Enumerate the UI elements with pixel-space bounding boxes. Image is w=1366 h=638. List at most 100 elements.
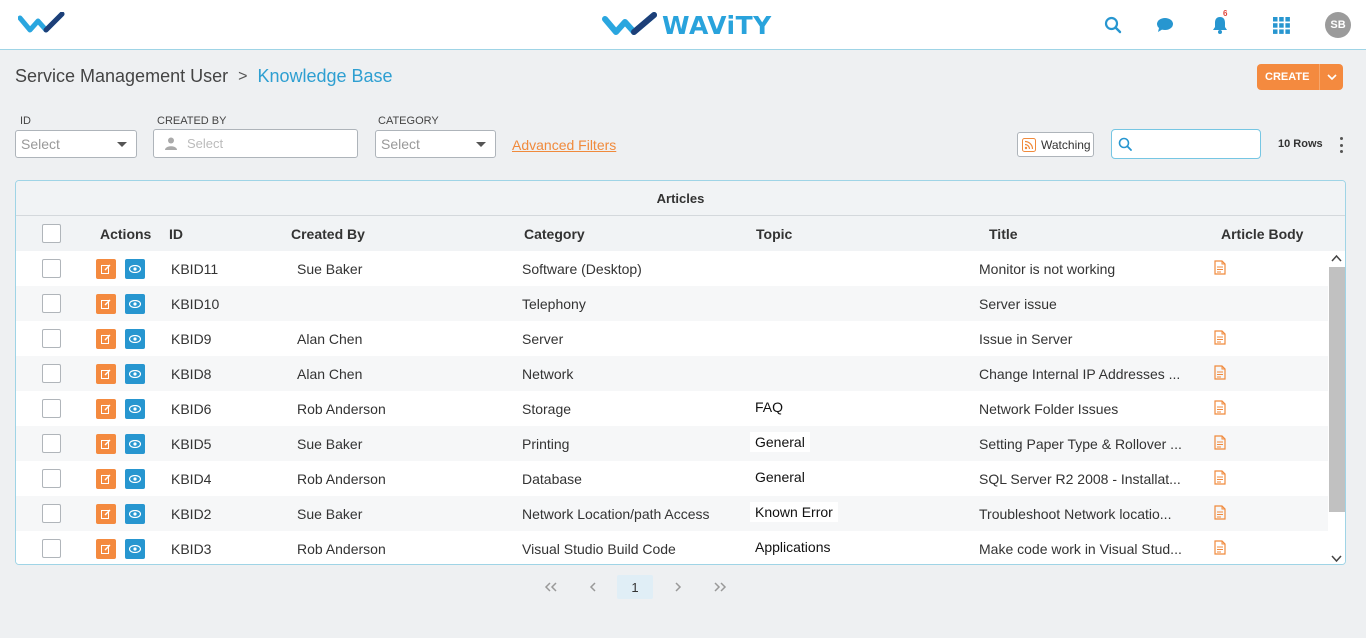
view-icon[interactable]: [125, 469, 145, 489]
prev-page-icon[interactable]: [585, 575, 601, 599]
current-page-button[interactable]: 1: [617, 575, 653, 599]
edit-icon[interactable]: [96, 434, 116, 454]
row-checkbox[interactable]: [42, 434, 61, 453]
table-row[interactable]: KBID5 Sue Baker Printing General Setting Pap…: [16, 426, 1328, 461]
col-header-title[interactable]: Title: [989, 226, 1018, 242]
table-search-box[interactable]: [1111, 129, 1261, 159]
wavity-logo-icon[interactable]: [18, 12, 70, 36]
cell-title[interactable]: Make code work in Visual Stud...: [979, 541, 1182, 557]
cell-id[interactable]: KBID3: [171, 541, 211, 557]
scrollbar-thumb[interactable]: [1329, 267, 1345, 512]
table-row[interactable]: KBID9 Alan Chen Server Issue in Server: [16, 321, 1328, 356]
last-page-icon[interactable]: [710, 575, 730, 599]
col-header-id[interactable]: ID: [169, 226, 183, 242]
edit-icon[interactable]: [96, 329, 116, 349]
cell-title[interactable]: Issue in Server: [979, 331, 1072, 347]
cell-category: Network: [522, 366, 574, 382]
cell-title[interactable]: Setting Paper Type & Rollover ...: [979, 436, 1182, 452]
edit-icon[interactable]: [96, 399, 116, 419]
document-icon[interactable]: [1214, 400, 1226, 418]
create-button[interactable]: CREATE: [1257, 64, 1343, 90]
cell-id[interactable]: KBID11: [171, 261, 218, 277]
table-row[interactable]: KBID11 Sue Baker Software (Desktop) Monitor…: [16, 251, 1328, 286]
cell-title[interactable]: Change Internal IP Addresses ...: [979, 366, 1180, 382]
row-checkbox[interactable]: [42, 504, 61, 523]
cell-id[interactable]: KBID6: [171, 401, 211, 417]
cell-title[interactable]: Troubleshoot Network locatio...: [979, 506, 1171, 522]
table-row[interactable]: KBID2 Sue Baker Network Location/path Acce…: [16, 496, 1328, 531]
row-checkbox[interactable]: [42, 329, 61, 348]
edit-icon[interactable]: [96, 259, 116, 279]
col-header-topic[interactable]: Topic: [756, 226, 792, 242]
breadcrumb-parent[interactable]: Service Management User: [15, 66, 228, 87]
view-icon[interactable]: [125, 504, 145, 524]
view-icon[interactable]: [125, 294, 145, 314]
id-filter-select[interactable]: Select: [15, 130, 137, 158]
cell-id[interactable]: KBID9: [171, 331, 211, 347]
chevron-down-icon[interactable]: [1319, 64, 1343, 90]
row-checkbox[interactable]: [42, 469, 61, 488]
cell-title[interactable]: Server issue: [979, 296, 1057, 312]
vertical-scrollbar[interactable]: [1328, 251, 1345, 564]
user-avatar[interactable]: SB: [1325, 12, 1351, 38]
cell-id[interactable]: KBID10: [171, 296, 219, 312]
document-icon[interactable]: [1214, 540, 1226, 558]
first-page-icon[interactable]: [541, 575, 561, 599]
edit-icon[interactable]: [96, 539, 116, 559]
cell-title[interactable]: Network Folder Issues: [979, 401, 1118, 417]
row-checkbox[interactable]: [42, 399, 61, 418]
created-by-filter-input[interactable]: Select: [153, 129, 358, 158]
search-icon[interactable]: [1102, 14, 1124, 36]
cell-id[interactable]: KBID2: [171, 506, 211, 522]
document-icon[interactable]: [1214, 330, 1226, 348]
view-icon[interactable]: [125, 434, 145, 454]
view-icon[interactable]: [125, 329, 145, 349]
view-icon[interactable]: [125, 539, 145, 559]
col-header-article-body[interactable]: Article Body: [1221, 226, 1303, 242]
table-search-input[interactable]: [1138, 135, 1256, 153]
document-icon[interactable]: [1214, 365, 1226, 383]
document-icon[interactable]: [1214, 505, 1226, 523]
document-icon[interactable]: [1214, 470, 1226, 488]
edit-icon[interactable]: [96, 504, 116, 524]
apps-grid-icon[interactable]: [1270, 14, 1292, 36]
scroll-down-icon[interactable]: [1331, 553, 1342, 563]
view-icon[interactable]: [125, 364, 145, 384]
next-page-icon[interactable]: [670, 575, 686, 599]
table-row[interactable]: KBID10 Telephony Server issue: [16, 286, 1328, 321]
col-header-created-by[interactable]: Created By: [291, 226, 365, 242]
row-checkbox[interactable]: [42, 294, 61, 313]
more-options-icon[interactable]: [1337, 137, 1345, 153]
col-header-category[interactable]: Category: [524, 226, 585, 242]
breadcrumb-current[interactable]: Knowledge Base: [257, 66, 392, 87]
select-all-checkbox[interactable]: [42, 224, 61, 243]
view-icon[interactable]: [125, 259, 145, 279]
edit-icon[interactable]: [96, 294, 116, 314]
document-icon[interactable]: [1214, 260, 1226, 278]
scroll-up-icon[interactable]: [1331, 254, 1342, 264]
document-icon[interactable]: [1214, 435, 1226, 453]
row-checkbox[interactable]: [42, 259, 61, 278]
bell-icon[interactable]: 6: [1209, 9, 1231, 36]
id-filter-value: Select: [21, 136, 60, 152]
table-row[interactable]: KBID4 Rob Anderson Database General SQL Serv…: [16, 461, 1328, 496]
table-row[interactable]: KBID8 Alan Chen Network Change Internal IP …: [16, 356, 1328, 391]
cell-id[interactable]: KBID5: [171, 436, 211, 452]
category-filter-select[interactable]: Select: [375, 130, 496, 158]
row-checkbox[interactable]: [42, 364, 61, 383]
table-row[interactable]: KBID3 Rob Anderson Visual Studio Build Cod…: [16, 531, 1328, 564]
advanced-filters-link[interactable]: Advanced Filters: [512, 137, 616, 153]
chat-icon[interactable]: [1154, 14, 1176, 36]
edit-icon[interactable]: [96, 469, 116, 489]
view-icon[interactable]: [125, 399, 145, 419]
created-by-filter-label: CREATED BY: [157, 115, 227, 127]
cell-id[interactable]: KBID8: [171, 366, 211, 382]
cell-title[interactable]: Monitor is not working: [979, 261, 1115, 277]
row-checkbox[interactable]: [42, 539, 61, 558]
edit-icon[interactable]: [96, 364, 116, 384]
cell-title[interactable]: SQL Server R2 2008 - Installat...: [979, 471, 1181, 487]
rows-per-page[interactable]: 10 Rows: [1278, 138, 1323, 150]
watching-button[interactable]: Watching: [1017, 132, 1094, 157]
table-row[interactable]: KBID6 Rob Anderson Storage FAQ Network Folde…: [16, 391, 1328, 426]
cell-id[interactable]: KBID4: [171, 471, 211, 487]
